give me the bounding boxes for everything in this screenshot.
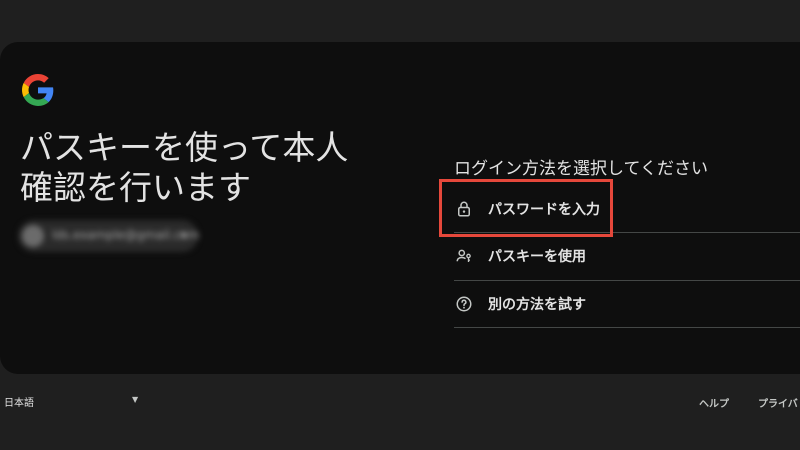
try-another-way-option[interactable]: 別の方法を試す (454, 281, 800, 327)
use-passkey-label: パスキーを使用 (488, 249, 586, 265)
dropdown-arrow-icon: ▼ (132, 395, 139, 404)
divider (454, 327, 800, 328)
page: パスキーを使って本人 確認を行います lds.example@gmail.com… (0, 0, 800, 450)
signin-method-title: ログイン方法を選択してください (454, 159, 708, 179)
try-another-way-label: 別の方法を試す (488, 297, 586, 313)
passkey-person-icon (454, 246, 474, 266)
page-title: パスキーを使って本人 確認を行います (20, 128, 349, 207)
language-label: 日本語 (4, 397, 34, 409)
account-chip[interactable]: lds.example@gmail.com ▾ (18, 220, 200, 252)
use-passkey-option[interactable]: パスキーを使用 (454, 233, 800, 279)
language-select[interactable]: 日本語 ▼ (4, 392, 138, 410)
chevron-down-icon: ▾ (180, 228, 186, 241)
help-link[interactable]: ヘルプ (699, 395, 729, 410)
avatar (22, 225, 44, 247)
privacy-link[interactable]: プライバ (758, 395, 798, 410)
google-logo (22, 74, 54, 106)
help-circle-icon (454, 294, 474, 314)
account-email: lds.example@gmail.com (52, 228, 200, 242)
highlight-box (439, 179, 613, 237)
